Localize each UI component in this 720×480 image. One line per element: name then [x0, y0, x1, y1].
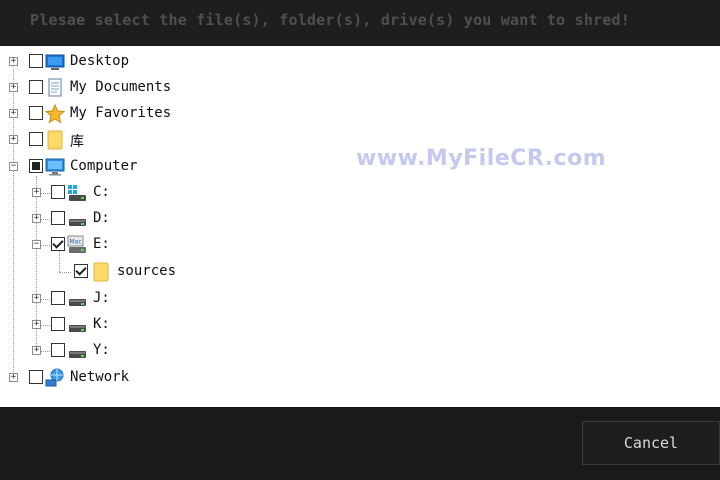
checkbox-my-documents[interactable]	[29, 80, 43, 94]
drive-icon	[69, 219, 86, 226]
expand-toggle[interactable]: +	[9, 57, 18, 66]
tree-item-label: E:	[93, 236, 110, 252]
desktop-icon	[45, 54, 65, 70]
expand-toggle[interactable]: +	[32, 320, 41, 329]
checkbox-my-favorites[interactable]	[29, 106, 43, 120]
system-drive-icon	[68, 185, 86, 201]
expand-toggle[interactable]: +	[9, 373, 18, 382]
removable-drive-icon: Mac	[67, 235, 86, 253]
computer-icon	[45, 158, 65, 176]
drive-icon	[69, 299, 86, 306]
checkbox-sources[interactable]	[74, 264, 88, 278]
expand-toggle[interactable]: +	[32, 346, 41, 355]
svg-text:Mac: Mac	[70, 239, 82, 246]
expand-toggle[interactable]: +	[9, 109, 18, 118]
tree-item-label: My Favorites	[70, 105, 172, 121]
checkbox-desktop[interactable]	[29, 54, 43, 68]
tree-item-label: 库	[70, 134, 84, 150]
tree-item-my-favorites[interactable]: + My Favorites	[0, 103, 300, 125]
tree-item-drive-k[interactable]: + K:	[0, 314, 300, 336]
drive-icon	[69, 325, 86, 332]
tree-item-sources[interactable]: sources	[0, 261, 300, 283]
tree-item-computer[interactable]: − Computer	[0, 156, 300, 178]
collapse-toggle[interactable]: −	[32, 240, 41, 249]
checkbox-network[interactable]	[29, 370, 43, 384]
star-icon	[45, 104, 65, 124]
tree-item-drive-y[interactable]: + Y:	[0, 340, 300, 362]
checkbox-drive-y[interactable]	[51, 343, 65, 357]
document-icon	[48, 78, 62, 97]
network-icon	[45, 368, 64, 387]
checkbox-drive-d[interactable]	[51, 211, 65, 225]
expand-toggle[interactable]: +	[32, 214, 41, 223]
tree-item-label: K:	[93, 316, 110, 332]
tree-item-label: C:	[93, 184, 110, 200]
expand-toggle[interactable]: +	[32, 294, 41, 303]
checkbox-drive-k[interactable]	[51, 317, 65, 331]
expand-toggle[interactable]: +	[9, 135, 18, 144]
drive-icon	[69, 351, 86, 358]
tree-item-label: Y:	[93, 342, 110, 358]
checkbox-drive-e[interactable]	[51, 237, 65, 251]
file-tree[interactable]: + Desktop + My Documents + My Favorites	[0, 46, 720, 407]
tree-item-label: sources	[117, 263, 177, 279]
tree-item-label: Network	[70, 369, 130, 385]
header-bar: Plesae select the file(s), folder(s), dr…	[0, 0, 720, 46]
checkbox-drive-c[interactable]	[51, 185, 65, 199]
folder-icon	[47, 130, 63, 150]
tree-item-drive-d[interactable]: + D:	[0, 208, 300, 230]
collapse-toggle[interactable]: −	[9, 162, 18, 171]
expand-toggle[interactable]: +	[9, 83, 18, 92]
tree-item-label: J:	[93, 290, 110, 306]
tree-item-label: Desktop	[70, 53, 130, 69]
expand-toggle[interactable]: +	[32, 188, 41, 197]
tree-item-library[interactable]: + 库	[0, 129, 300, 151]
tree-item-network[interactable]: + Network	[0, 367, 300, 389]
instruction-title: Plesae select the file(s), folder(s), dr…	[30, 11, 630, 29]
checkbox-computer[interactable]	[29, 159, 43, 173]
tree-item-drive-e[interactable]: − Mac E:	[0, 234, 300, 256]
tree-item-drive-c[interactable]: + C:	[0, 182, 300, 204]
tree-item-drive-j[interactable]: + J:	[0, 288, 300, 310]
checkbox-library[interactable]	[29, 132, 43, 146]
tree-item-desktop[interactable]: + Desktop	[0, 51, 300, 73]
tree-item-my-documents[interactable]: + My Documents	[0, 77, 300, 99]
tree-item-label: D:	[93, 210, 110, 226]
tree-item-label: Computer	[70, 158, 138, 174]
cancel-button[interactable]: Cancel	[582, 421, 720, 465]
watermark-text: www.MyFileCR.com	[356, 146, 607, 171]
folder-icon	[93, 262, 109, 282]
checkbox-drive-j[interactable]	[51, 291, 65, 305]
tree-item-label: My Documents	[70, 79, 172, 95]
